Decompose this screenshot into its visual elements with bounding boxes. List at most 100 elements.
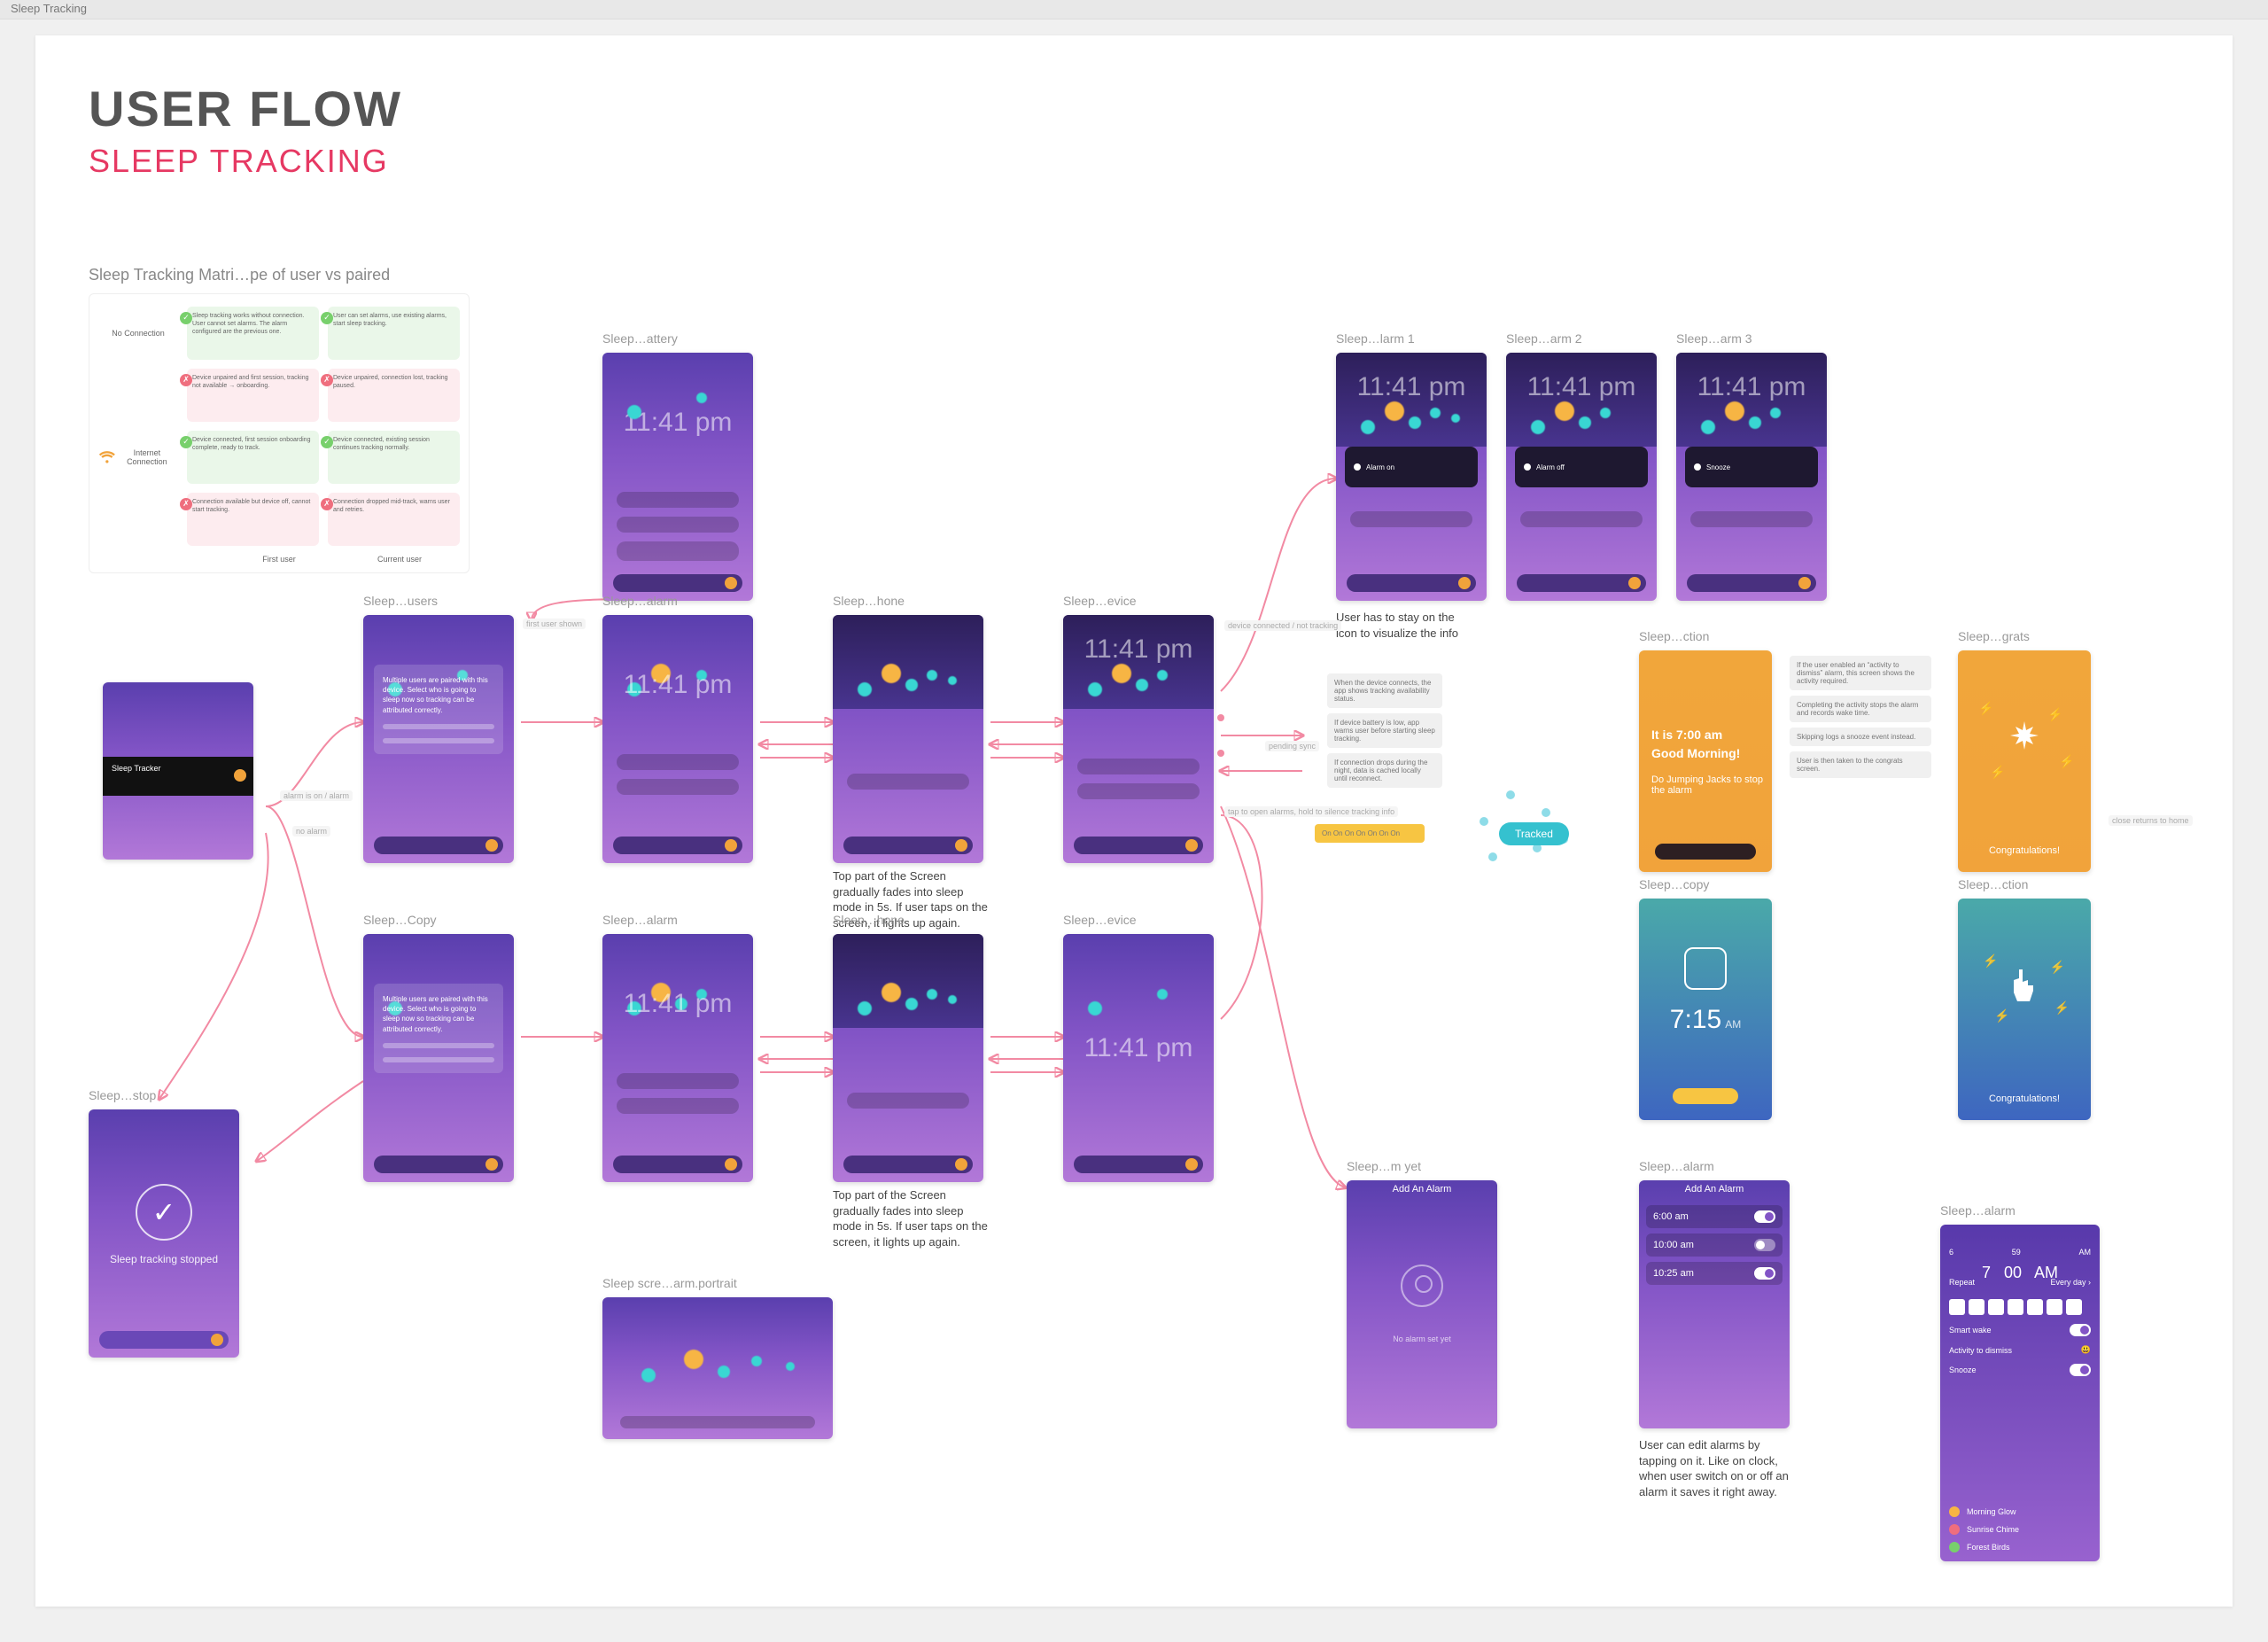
phone-aalarm: Add An Alarm 6:00 am 10:00 am 10:25 am — [1639, 1180, 1790, 1428]
wake-button[interactable] — [1673, 1088, 1738, 1104]
phone-alarm: 11:41 pm — [602, 615, 753, 863]
action-button[interactable] — [1655, 844, 1756, 860]
wake-suffix: AM — [1725, 1018, 1741, 1031]
design-canvas[interactable]: USER FLOW SLEEP TRACKING Sleep Tracking … — [35, 35, 2233, 1607]
screen-label: Sleep…ction — [1958, 877, 2109, 891]
screen-evice[interactable]: Sleep…evice 11:41 pm — [1063, 594, 1214, 863]
screen-hone[interactable]: Sleep…hone — [833, 594, 983, 863]
screen-ction2[interactable]: Sleep…ction ⚡⚡⚡⚡ Congratulations! — [1958, 877, 2109, 1120]
phone-hone-2 — [833, 934, 983, 1182]
clock-time: 11:41 pm — [1506, 372, 1657, 402]
empty-alarm-icon — [1401, 1265, 1443, 1307]
matrix-row-label: No Connection — [98, 307, 178, 360]
note-group: When the device connects, the app shows … — [1327, 673, 1442, 788]
sound-row[interactable]: Forest Birds — [1949, 1542, 2091, 1553]
phone-copy: 7:15 AM — [1639, 899, 1772, 1120]
clock-time: 11:41 pm — [602, 670, 753, 700]
screen-label: Sleep…stop — [89, 1088, 239, 1102]
window-title: Sleep Tracking — [11, 2, 87, 15]
screen-battery[interactable]: Sleep…attery 11:41 pm — [602, 331, 753, 601]
matrix-title: Sleep Tracking Matri…pe of user vs paire… — [89, 266, 470, 284]
alarm-time: 10:00 am — [1653, 1240, 1694, 1250]
phone-arm2: 11:41 pm Alarm off — [1506, 353, 1657, 601]
matrix-cell: ✗Device unpaired, connection lost, track… — [328, 369, 460, 422]
matrix-panel[interactable]: Sleep Tracking Matri…pe of user vs paire… — [89, 266, 470, 573]
clock-time: 11:41 pm — [1676, 372, 1827, 402]
screen-label: Sleep…copy — [1639, 877, 1790, 891]
screen-label: Sleep…hone — [833, 913, 983, 927]
matrix-cell: ✓User can set alarms, use existing alarm… — [328, 307, 460, 360]
phone-evice-2: 11:41 pm — [1063, 934, 1214, 1182]
screen-arm2[interactable]: Sleep…arm 2 11:41 pm Alarm off — [1506, 331, 1657, 601]
alarm-row[interactable]: 10:25 am — [1646, 1262, 1783, 1285]
phone-landscape — [602, 1297, 833, 1439]
screen-alarm[interactable]: Sleep…alarm 11:41 pm — [602, 594, 753, 863]
phone-battery: 11:41 pm — [602, 353, 753, 601]
action-sub: Do Jumping Jacks to stop the alarm — [1651, 774, 1772, 796]
clock-time: 11:41 pm — [1063, 634, 1214, 665]
page-header: USER FLOW SLEEP TRACKING — [89, 80, 402, 180]
matrix-cell: ✓Sleep tracking works without connection… — [187, 307, 319, 360]
matrix-cell: ✗Connection available but device off, ca… — [187, 493, 319, 546]
wake-time: 7:15 — [1670, 1005, 1721, 1034]
note-group-2: If the user enabled an “activity to dism… — [1790, 656, 1931, 778]
note: Completing the activity stops the alarm … — [1790, 696, 1931, 722]
tiny-tag: pending sync — [1265, 741, 1319, 751]
screen-label: Sleep…alarm — [602, 913, 753, 927]
phone-users: Multiple users are paired with this devi… — [363, 615, 514, 863]
screen-myet[interactable]: Sleep…m yet Add An Alarm No alarm set ye… — [1347, 1159, 1497, 1428]
screen-aalarm[interactable]: Sleep…alarm Add An Alarm 6:00 am 10:00 a… — [1639, 1159, 1790, 1428]
matrix-col-label: First user — [219, 555, 339, 564]
screen-copy[interactable]: Sleep…copy 7:15 AM — [1639, 877, 1790, 1120]
screen-arm3[interactable]: Sleep…arm 3 11:41 pm Snooze — [1676, 331, 1827, 601]
alarm-row[interactable]: 10:00 am — [1646, 1233, 1783, 1257]
screen-alarm-2[interactable]: Sleep…alarm 11:41 pm — [602, 913, 753, 1182]
screen-users[interactable]: Sleep…users Multiple users are paired wi… — [363, 594, 514, 863]
matrix-body: No Connection ✓Sleep tracking works with… — [89, 293, 470, 573]
wifi-icon — [98, 447, 116, 467]
app-frame: Sleep Tracking USER FLOW SLEEP TRACKING … — [0, 0, 2268, 1642]
bubble-tracked[interactable]: Tracked — [1499, 822, 1569, 845]
hand-icon — [1998, 961, 2051, 1014]
sound-row[interactable]: Sunrise Chime — [1949, 1524, 2091, 1535]
screen-larm1[interactable]: Sleep…larm 1 11:41 pm Alarm on — [1336, 331, 1487, 601]
phone-ction: It is 7:00 am Good Morning! Do Jumping J… — [1639, 650, 1772, 872]
sound-row[interactable]: Morning Glow — [1949, 1506, 2091, 1517]
clock-icon — [1684, 947, 1727, 990]
toggle[interactable] — [2070, 1364, 2091, 1376]
screen-alarm-detail[interactable]: Sleep…alarm 659AM 7 00 AM RepeatEvery da… — [1940, 1203, 2100, 1561]
screen-label: Sleep…attery — [602, 331, 753, 346]
note: If connection drops during the night, da… — [1327, 753, 1442, 788]
note: Skipping logs a snooze event instead. — [1790, 728, 1931, 746]
matrix-cell: ✗Device unpaired and first session, trac… — [187, 369, 319, 422]
screen-label: Sleep…evice — [1063, 913, 1214, 927]
screen-ction[interactable]: Sleep…ction It is 7:00 am Good Morning! … — [1639, 629, 1790, 872]
toggle[interactable] — [1754, 1267, 1775, 1280]
toggle[interactable] — [2070, 1324, 2091, 1336]
alarm-header: Add An Alarm — [1639, 1184, 1790, 1195]
alarm-time: 6:00 am — [1653, 1211, 1689, 1222]
alarm-row[interactable]: 6:00 am — [1646, 1205, 1783, 1228]
toggle[interactable] — [1754, 1239, 1775, 1251]
matrix-row-label: Internet Connection — [98, 431, 178, 484]
phone-grats: ⚡⚡⚡⚡ Congratulations! — [1958, 650, 2091, 872]
screen-label: Sleep…users — [363, 594, 514, 608]
toggle[interactable] — [1754, 1210, 1775, 1223]
screen-intro[interactable]: Sleep Tracker — [103, 682, 253, 860]
time-picker[interactable]: 659AM — [1949, 1248, 2091, 1257]
screen-stop[interactable]: Sleep…stop ✓ Sleep tracking stopped — [89, 1088, 239, 1358]
clock-time: 11:41 pm — [1336, 372, 1487, 402]
screen-evice-2[interactable]: Sleep…evice 11:41 pm — [1063, 913, 1214, 1182]
matrix-cell: ✓Device connected, first session onboard… — [187, 431, 319, 484]
clock-time: 11:41 pm — [1063, 1033, 1214, 1063]
screen-grats[interactable]: Sleep…grats ⚡⚡⚡⚡ Congratulations! — [1958, 629, 2109, 872]
screen-users-copy[interactable]: Sleep…Copy Multiple users are paired wit… — [363, 913, 514, 1182]
annotation-edit-alarms: User can edit alarms by tapping on it. L… — [1639, 1437, 1790, 1499]
phone-alarm-detail: 659AM 7 00 AM RepeatEvery day › Smart wa… — [1940, 1225, 2100, 1561]
phone-myet: Add An Alarm No alarm set yet — [1347, 1180, 1497, 1428]
screen-label: Sleep…m yet — [1347, 1159, 1497, 1173]
screen-landscape[interactable]: Sleep scre…arm.portrait — [602, 1276, 850, 1439]
screen-hone-2[interactable]: Sleep…hone — [833, 913, 983, 1182]
screen-label: Sleep…alarm — [602, 594, 753, 608]
phone-intro: Sleep Tracker — [103, 682, 253, 860]
